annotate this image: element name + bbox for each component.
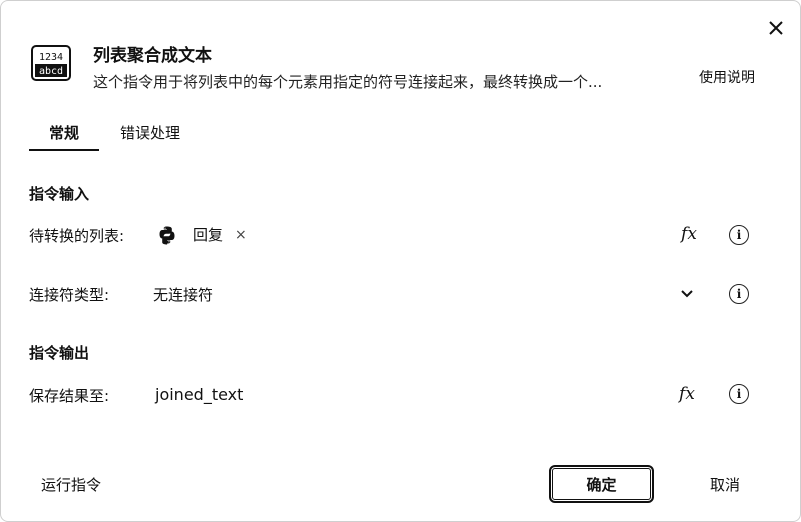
dialog-title: 列表聚合成文本	[93, 46, 212, 66]
list-field-label: 待转换的列表:	[29, 227, 125, 245]
ok-button-label: 确定	[586, 475, 617, 494]
chip-remove-icon[interactable]: ×	[235, 225, 247, 245]
separator-field-label: 连接符类型:	[29, 286, 110, 304]
info-glyph: i	[736, 228, 742, 242]
dialog: 1234 abcd 列表聚合成文本 这个指令用于将列表中的每个元素用指定的符号连…	[0, 0, 801, 522]
icon-text-bottom: abcd	[39, 66, 63, 77]
tab-error-handling-label: 错误处理	[119, 124, 180, 142]
dialog-description: 这个指令用于将列表中的每个元素用指定的符号连接起来，最终转换成一个...	[93, 73, 603, 91]
tab-general[interactable]: 常规	[29, 121, 99, 151]
tab-general-label: 常规	[48, 124, 79, 142]
info-glyph: i	[736, 287, 742, 301]
info-icon-list[interactable]: i	[729, 225, 749, 245]
cancel-button[interactable]: 取消	[710, 475, 740, 495]
help-link[interactable]: 使用说明	[699, 68, 755, 88]
separator-select[interactable]: 无连接符	[153, 285, 213, 305]
separator-select-value: 无连接符	[153, 286, 214, 304]
run-command-button[interactable]: 运行指令	[41, 475, 101, 495]
text-list-icon: 1234 abcd	[31, 45, 71, 81]
save-field-value[interactable]: joined_text	[155, 385, 243, 405]
list-field-value[interactable]: 回复 ×	[157, 225, 247, 245]
save-variable-name: joined_text	[155, 385, 244, 404]
ok-button[interactable]: 确定	[549, 465, 654, 503]
output-section-title: 指令输出	[29, 344, 90, 362]
info-icon-output[interactable]: i	[729, 384, 749, 404]
tab-error-handling[interactable]: 错误处理	[117, 121, 183, 151]
close-button[interactable]	[763, 15, 789, 41]
input-section-title: 指令输入	[29, 185, 90, 203]
list-chip-label: 回复	[193, 226, 224, 244]
close-icon	[769, 21, 783, 35]
save-field-label: 保存结果至:	[29, 387, 110, 405]
fx-button-output[interactable]: fx	[675, 383, 699, 405]
chevron-down-icon[interactable]	[677, 283, 697, 303]
active-tab-indicator	[29, 149, 99, 151]
fx-button-list[interactable]: fx	[677, 223, 701, 245]
info-glyph: i	[736, 387, 742, 401]
python-icon	[159, 226, 175, 245]
icon-text-top: 1234	[39, 52, 63, 63]
info-icon-separator[interactable]: i	[729, 284, 749, 304]
